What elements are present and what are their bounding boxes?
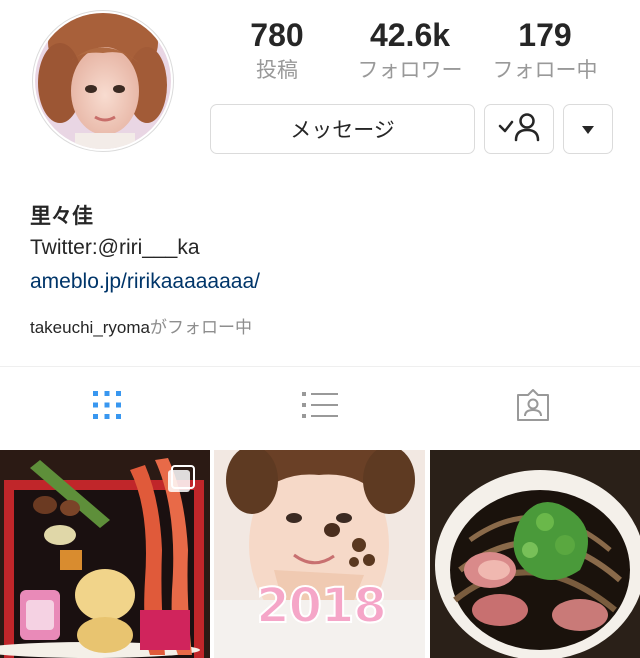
caret-down-icon [581, 120, 595, 139]
following-button[interactable] [484, 104, 554, 154]
list-icon [301, 389, 339, 425]
profile-name: 里々佳 [30, 204, 93, 228]
tab-grid[interactable] [0, 367, 213, 447]
profile-avatar[interactable] [32, 10, 174, 152]
view-tabs [0, 367, 640, 447]
tab-list[interactable] [213, 367, 426, 447]
tab-tagged[interactable] [426, 367, 639, 447]
posts-count: 780 [250, 17, 304, 53]
message-button[interactable]: メッセージ [210, 104, 475, 154]
stat-following[interactable]: 179 フォロー中 [485, 18, 605, 83]
post-thumbnail[interactable]: 2018 [214, 450, 425, 658]
soba-image [430, 450, 640, 658]
post-thumbnail[interactable] [430, 450, 640, 658]
followed-by[interactable]: takeuchi_ryomaがフォロー中 [30, 313, 252, 338]
following-check-person-icon [497, 112, 541, 146]
osechi-bento-image [0, 450, 210, 658]
followers-label: フォロワー [357, 58, 463, 82]
message-button-label: メッセージ [290, 118, 395, 142]
followers-count: 42.6k [369, 17, 451, 53]
stat-posts: 780 投稿 [217, 18, 337, 83]
followed-by-suffix: がフォロー中 [150, 318, 253, 338]
following-count: 179 [518, 17, 572, 53]
followed-by-username: takeuchi_ryoma [30, 318, 151, 337]
tagged-icon [515, 388, 551, 426]
grid-icon [91, 389, 123, 425]
post-thumbnail[interactable] [0, 450, 210, 658]
profile-bio: Twitter:@riri___ka [30, 236, 200, 259]
avatar-photo [35, 13, 171, 149]
stat-followers[interactable]: 42.6k フォロワー [350, 18, 470, 83]
year-sticker: 2018 [255, 577, 388, 635]
following-label: フォロー中 [492, 58, 598, 82]
more-options-button[interactable] [563, 104, 613, 154]
profile-website-link[interactable]: ameblo.jp/ririkaaaaaaaa/ [30, 270, 260, 294]
posts-label: 投稿 [256, 58, 298, 82]
